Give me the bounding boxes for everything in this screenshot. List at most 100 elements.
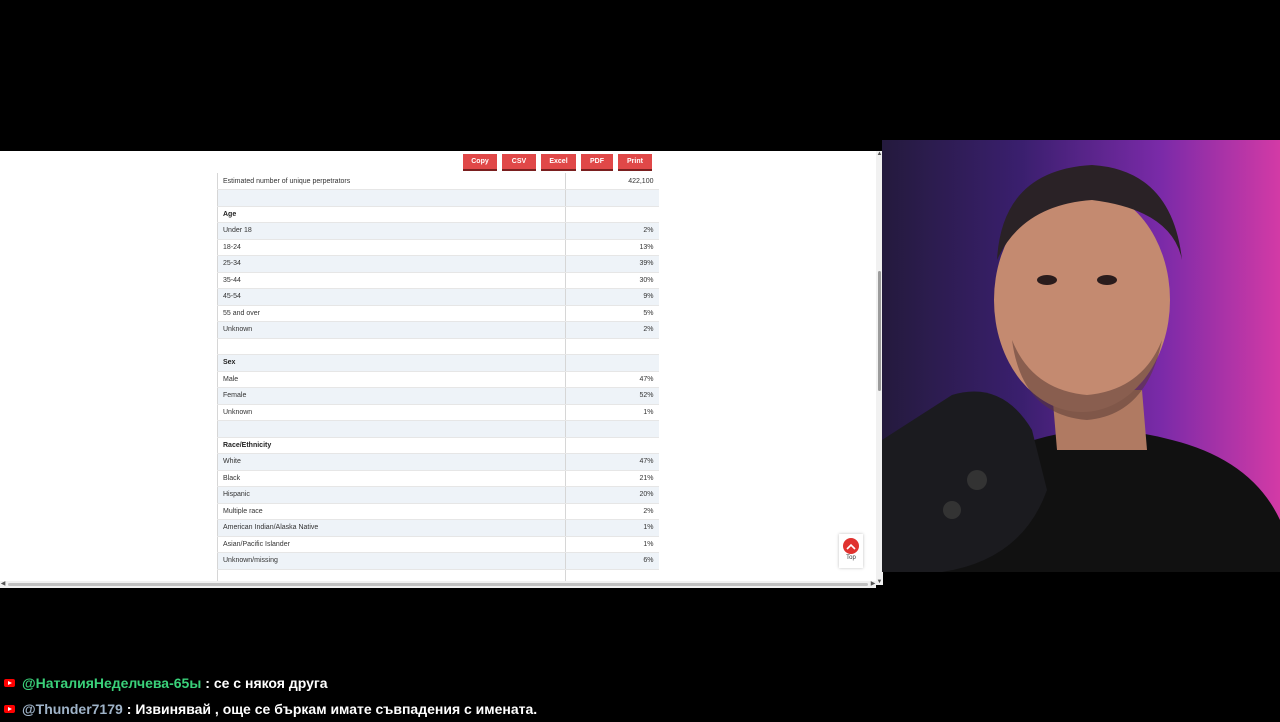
row-label: Black xyxy=(217,470,566,487)
row-label: Hispanic xyxy=(217,486,566,504)
row-label: Estimated number of unique perpetrators xyxy=(217,173,566,190)
chevron-up-icon xyxy=(843,538,859,554)
chat-message: @НаталияНеделчева-65ы : се с някоя друга xyxy=(4,670,537,696)
chat-overlay: @НаталияНеделчева-65ы : се с някоя друга… xyxy=(4,670,537,722)
perpetrators-table: Estimated number of unique perpetrators 4… xyxy=(217,173,659,581)
table-row: 45-54 9% xyxy=(217,288,659,306)
row-value: 2% xyxy=(565,321,659,339)
table-row: Unknown/missing 6% xyxy=(217,552,659,570)
row-label: Unknown xyxy=(217,321,566,339)
section-header-row: Age xyxy=(217,206,659,223)
youtube-icon xyxy=(4,705,15,713)
chat-text: : Извинявай , още се бъркам имате съвпад… xyxy=(126,701,538,717)
row-label: Unknown xyxy=(217,404,566,421)
scroll-down-arrow-icon[interactable]: ▼ xyxy=(876,579,883,585)
pdf-button[interactable]: PDF xyxy=(581,154,613,171)
row-label: Male xyxy=(217,371,566,388)
browser-page: Copy CSV Excel PDF Print Estimated numbe… xyxy=(0,151,876,581)
row-label: White xyxy=(217,453,566,471)
row-value: 20% xyxy=(565,486,659,504)
row-value: 9% xyxy=(565,288,659,306)
row-value: 1% xyxy=(565,536,659,553)
row-value: 47% xyxy=(565,453,659,471)
row-value: 5% xyxy=(565,305,659,322)
table-row: Multiple race 2% xyxy=(217,503,659,520)
row-label: Under 18 xyxy=(217,222,566,240)
row-label: 55 and over xyxy=(217,305,566,322)
horizontal-scroll-thumb[interactable] xyxy=(8,583,868,586)
row-value: 21% xyxy=(565,470,659,487)
row-label xyxy=(217,569,566,581)
row-value xyxy=(565,437,659,454)
row-label: Multiple race xyxy=(217,503,566,520)
chat-message: @Thunder7179 : Извинявай , още се бъркам… xyxy=(4,696,537,722)
print-button[interactable]: Print xyxy=(618,154,652,171)
row-value xyxy=(565,354,659,372)
table-row: 35-44 30% xyxy=(217,272,659,289)
table-row: Male 47% xyxy=(217,371,659,388)
row-label: 25-34 xyxy=(217,255,566,273)
section-header-row: Sex xyxy=(217,354,659,372)
table-row: 55 and over 5% xyxy=(217,305,659,322)
row-value xyxy=(565,338,659,355)
section-header-row: Race/Ethnicity xyxy=(217,437,659,454)
scroll-right-arrow-icon[interactable]: ▶ xyxy=(870,581,876,588)
row-label xyxy=(217,420,566,438)
row-value: 2% xyxy=(565,222,659,240)
row-value: 13% xyxy=(565,239,659,256)
youtube-icon xyxy=(4,679,15,687)
row-value xyxy=(565,206,659,223)
table-row: Black 21% xyxy=(217,470,659,487)
row-label: American Indian/Alaska Native xyxy=(217,519,566,537)
table-row: White 47% xyxy=(217,453,659,471)
scroll-left-arrow-icon[interactable]: ◀ xyxy=(0,581,6,588)
back-to-top-label: Top xyxy=(846,555,856,561)
row-label: Female xyxy=(217,387,566,405)
row-value: 52% xyxy=(565,387,659,405)
table-row: 25-34 39% xyxy=(217,255,659,273)
table-row: American Indian/Alaska Native 1% xyxy=(217,519,659,537)
table-row: Female 52% xyxy=(217,387,659,405)
spacer-row xyxy=(217,338,659,355)
export-toolbar: Copy CSV Excel PDF Print xyxy=(463,154,652,171)
chat-text: : се с някоя друга xyxy=(205,675,328,691)
row-value xyxy=(565,189,659,207)
vertical-scroll-thumb[interactable] xyxy=(878,271,881,391)
row-value: 39% xyxy=(565,255,659,273)
row-value: 6% xyxy=(565,552,659,570)
row-label: 35-44 xyxy=(217,272,566,289)
back-to-top-button[interactable]: Top xyxy=(839,534,863,568)
row-value: 422,100 xyxy=(565,173,659,190)
chat-username: @НаталияНеделчева-65ы xyxy=(22,675,202,691)
spacer-row xyxy=(217,569,659,581)
row-label: 45-54 xyxy=(217,288,566,306)
row-label: Age xyxy=(217,206,566,223)
csv-button[interactable]: CSV xyxy=(502,154,536,171)
row-value: 2% xyxy=(565,503,659,520)
spacer-row xyxy=(217,189,659,207)
table-row: Estimated number of unique perpetrators 4… xyxy=(217,173,659,190)
excel-button[interactable]: Excel xyxy=(541,154,576,171)
row-label: Race/Ethnicity xyxy=(217,437,566,454)
copy-button[interactable]: Copy xyxy=(463,154,497,171)
row-label xyxy=(217,189,566,207)
row-value xyxy=(565,420,659,438)
table-row: Hispanic 20% xyxy=(217,486,659,504)
horizontal-scrollbar[interactable]: ◀ ▶ xyxy=(0,581,876,588)
table-row: Unknown 2% xyxy=(217,321,659,339)
row-label: 18-24 xyxy=(217,239,566,256)
table-row: 18-24 13% xyxy=(217,239,659,256)
row-value xyxy=(565,569,659,581)
webcam-feed xyxy=(882,140,1280,572)
row-value: 1% xyxy=(565,519,659,537)
table-row: Asian/Pacific Islander 1% xyxy=(217,536,659,553)
row-label: Unknown/missing xyxy=(217,552,566,570)
row-label: Sex xyxy=(217,354,566,372)
row-value: 47% xyxy=(565,371,659,388)
row-label xyxy=(217,338,566,355)
table-row: Under 18 2% xyxy=(217,222,659,240)
spacer-row xyxy=(217,420,659,438)
row-label: Asian/Pacific Islander xyxy=(217,536,566,553)
row-value: 1% xyxy=(565,404,659,421)
row-value: 30% xyxy=(565,272,659,289)
